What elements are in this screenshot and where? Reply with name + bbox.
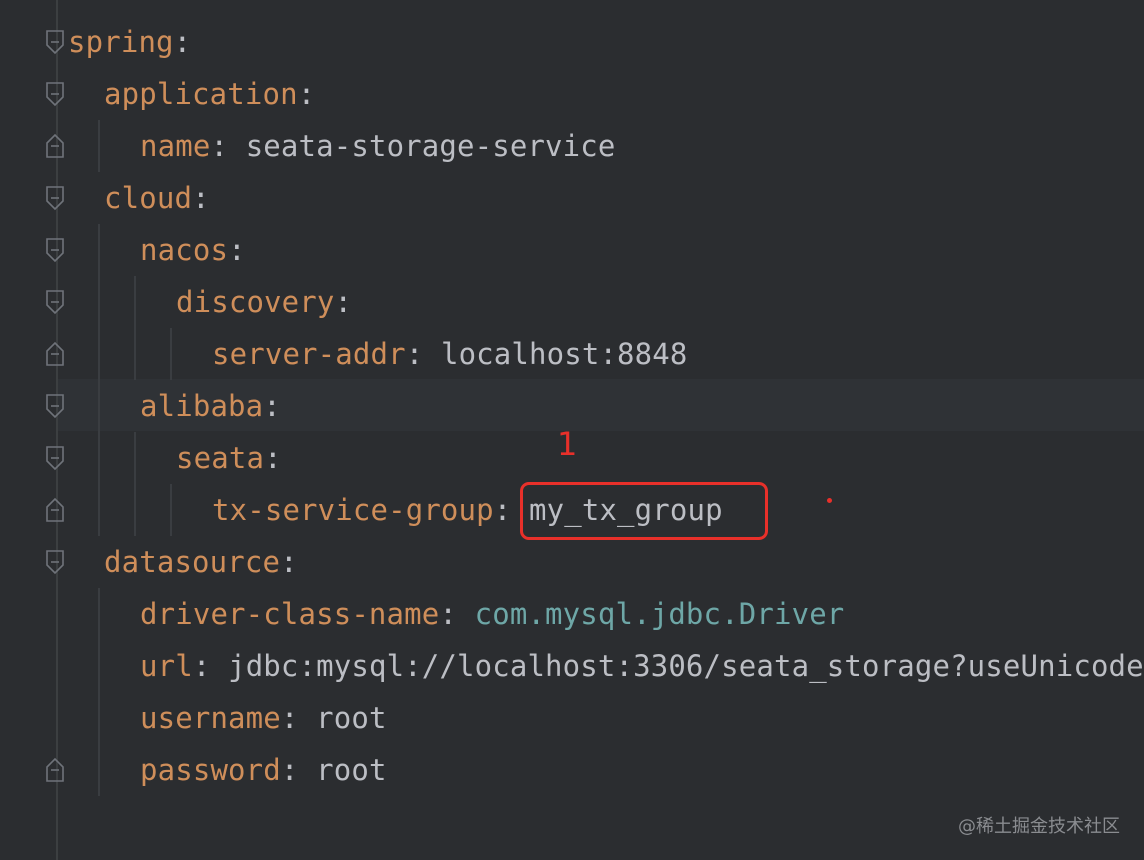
yaml-key: discovery	[176, 285, 335, 319]
fold-end-icon[interactable]	[45, 133, 65, 159]
code-line-driver-class-name[interactable]: driver-class-name: com.mysql.jdbc.Driver	[58, 588, 1144, 640]
fold-collapse-icon[interactable]	[45, 81, 65, 107]
fold-collapse-icon[interactable]	[45, 549, 65, 575]
yaml-separator: :	[263, 389, 281, 423]
yaml-value: com.mysql.jdbc.Driver	[474, 597, 845, 631]
code-line-seata[interactable]: seata:	[58, 432, 1144, 484]
yaml-key: application	[104, 77, 298, 111]
yaml-key: seata	[176, 441, 265, 475]
yaml-separator: :	[192, 181, 210, 215]
yaml-key: driver-class-name	[140, 597, 440, 631]
yaml-separator: :	[192, 649, 229, 683]
yaml-value: root	[316, 701, 387, 735]
yaml-key: datasource	[104, 545, 281, 579]
yaml-separator: :	[334, 285, 353, 319]
yaml-separator: :	[173, 25, 192, 59]
yaml-key: username	[140, 701, 281, 735]
code-line-cloud[interactable]: cloud:	[58, 172, 1144, 224]
code-line-name[interactable]: name: seata-storage-service	[58, 120, 1144, 172]
code-line-nacos[interactable]: nacos:	[58, 224, 1144, 276]
annotation-highlight-box	[520, 482, 768, 540]
fold-end-icon[interactable]	[45, 497, 65, 523]
fold-collapse-icon[interactable]	[45, 393, 65, 419]
code-line-spring[interactable]: spring:	[58, 16, 1144, 68]
yaml-key: tx-service-group	[212, 493, 494, 527]
code-line-discovery[interactable]: discovery:	[58, 276, 1144, 328]
yaml-key: url	[140, 649, 193, 683]
yaml-key: cloud	[104, 181, 193, 215]
yaml-key: name	[140, 129, 211, 163]
fold-end-icon[interactable]	[45, 341, 65, 367]
yaml-separator: :	[439, 597, 475, 631]
yaml-key: nacos	[140, 233, 229, 267]
code-line-datasource[interactable]: datasource:	[58, 536, 1144, 588]
code-line-application[interactable]: application:	[58, 68, 1144, 120]
yaml-value: root	[316, 753, 387, 787]
fold-end-icon[interactable]	[45, 757, 65, 783]
yaml-separator: :	[280, 545, 298, 579]
yaml-separator: :	[228, 233, 246, 267]
fold-collapse-icon[interactable]	[45, 289, 65, 315]
yaml-value: localhost:8848	[440, 337, 688, 371]
yaml-separator: :	[264, 441, 282, 475]
annotation-number: 1	[557, 425, 578, 463]
yaml-separator: :	[405, 337, 441, 371]
yaml-separator: :	[297, 77, 316, 111]
yaml-key: server-addr	[212, 337, 406, 371]
yaml-key: spring	[68, 25, 174, 59]
yaml-value: jdbc:mysql://localhost:3306/seata_storag…	[228, 649, 1144, 683]
yaml-key: password	[140, 753, 281, 787]
fold-collapse-icon[interactable]	[45, 445, 65, 471]
annotation-dot	[827, 498, 832, 503]
yaml-value: seata-storage-service	[245, 129, 616, 163]
code-line-password[interactable]: password: root	[58, 744, 1144, 796]
yaml-separator: :	[210, 129, 246, 163]
code-line-url[interactable]: url: jdbc:mysql://localhost:3306/seata_s…	[58, 640, 1144, 692]
fold-collapse-icon[interactable]	[45, 29, 65, 55]
fold-collapse-icon[interactable]	[45, 185, 65, 211]
watermark: @稀土掘金技术社区	[958, 816, 1120, 837]
yaml-separator: :	[280, 753, 317, 787]
editor-gutter	[0, 0, 56, 860]
yaml-key: alibaba	[140, 389, 264, 423]
code-line-username[interactable]: username: root	[58, 692, 1144, 744]
code-line-alibaba[interactable]: alibaba:	[58, 380, 1144, 432]
code-editor[interactable]: spring: application: name: seata-storage-s…	[0, 0, 1144, 860]
fold-collapse-icon[interactable]	[45, 237, 65, 263]
yaml-separator: :	[280, 701, 317, 735]
code-line-server-addr[interactable]: server-addr: localhost:8848	[58, 328, 1144, 380]
